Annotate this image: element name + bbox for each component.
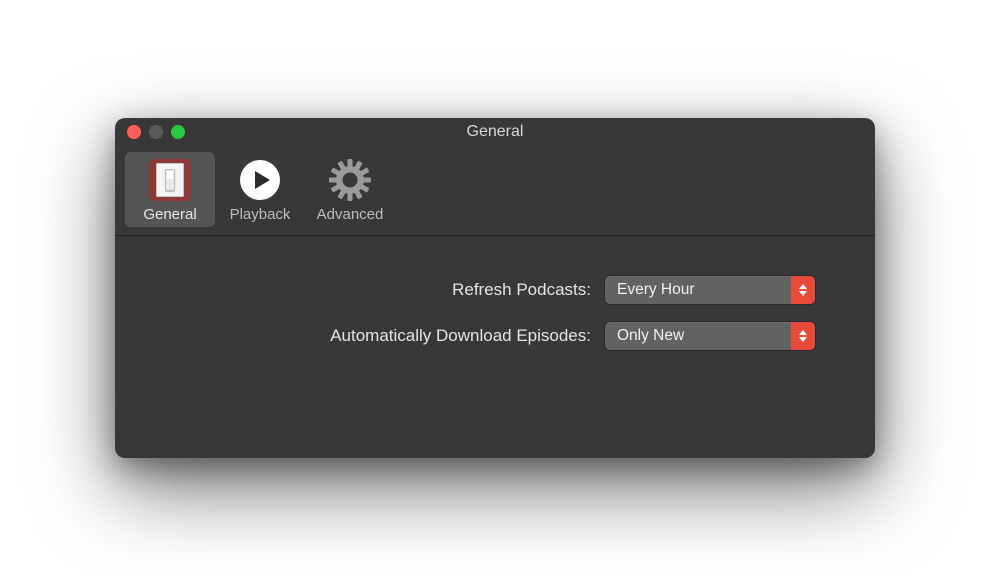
setting-row-auto-download: Automatically Download Episodes: Only Ne… bbox=[175, 322, 815, 350]
titlebar: General bbox=[115, 118, 875, 146]
stepper-arrows-icon bbox=[791, 276, 815, 304]
tab-label: Playback bbox=[230, 206, 291, 223]
toolbar: General Playback bbox=[115, 146, 875, 236]
minimize-button[interactable] bbox=[149, 125, 163, 139]
zoom-button[interactable] bbox=[171, 125, 185, 139]
play-icon bbox=[238, 158, 282, 202]
refresh-label: Refresh Podcasts: bbox=[175, 280, 605, 300]
auto-download-label: Automatically Download Episodes: bbox=[175, 326, 605, 346]
auto-download-select[interactable]: Only New bbox=[605, 322, 815, 350]
stepper-arrows-icon bbox=[791, 322, 815, 350]
switch-icon bbox=[148, 158, 192, 202]
tab-advanced[interactable]: Advanced bbox=[305, 152, 395, 227]
tab-label: General bbox=[143, 206, 196, 223]
auto-download-select-value: Only New bbox=[605, 327, 791, 345]
refresh-select-value: Every Hour bbox=[605, 281, 791, 299]
tab-label: Advanced bbox=[317, 206, 384, 223]
window-title: General bbox=[115, 123, 875, 141]
refresh-select[interactable]: Every Hour bbox=[605, 276, 815, 304]
tab-general[interactable]: General bbox=[125, 152, 215, 227]
gear-icon bbox=[328, 158, 372, 202]
close-button[interactable] bbox=[127, 125, 141, 139]
content-area: Refresh Podcasts: Every Hour Automatical… bbox=[115, 236, 875, 458]
tab-playback[interactable]: Playback bbox=[215, 152, 305, 227]
preferences-window: General General Playback bbox=[115, 118, 875, 458]
traffic-lights bbox=[127, 125, 185, 139]
setting-row-refresh: Refresh Podcasts: Every Hour bbox=[175, 276, 815, 304]
